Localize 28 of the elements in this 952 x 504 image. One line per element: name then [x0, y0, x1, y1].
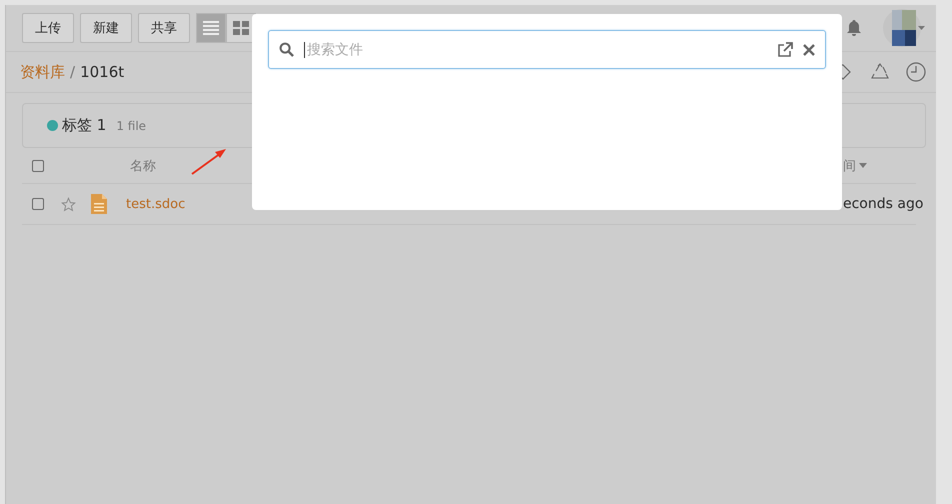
list-icon [203, 21, 219, 35]
search-field[interactable]: 搜索文件 [268, 30, 826, 69]
breadcrumb-link[interactable]: 资料库 [20, 62, 65, 82]
list-view-button[interactable] [196, 13, 226, 43]
select-all-checkbox[interactable] [32, 160, 44, 172]
toolbar-button[interactable]: 新建 [80, 13, 132, 43]
grid-icon [233, 21, 249, 35]
column-header[interactable]: 间 [843, 156, 856, 174]
caret-icon [859, 163, 867, 168]
search-icon [279, 42, 294, 57]
toolbar-button[interactable]: 共享 [138, 13, 190, 43]
close-icon[interactable] [803, 44, 815, 56]
breadcrumb-separator: / [70, 63, 76, 81]
clock-icon[interactable] [906, 62, 926, 82]
arrow-annotation [191, 147, 227, 175]
column-header[interactable]: 名称 [130, 156, 156, 174]
toolbar-button[interactable]: 上传 [22, 13, 74, 43]
star-icon[interactable] [61, 196, 76, 212]
file-name-link[interactable]: test.sdoc [126, 196, 186, 212]
document-icon [91, 194, 107, 214]
recycle-icon[interactable] [871, 63, 889, 81]
bell-icon[interactable] [846, 19, 862, 37]
file-count: 1 file [116, 118, 146, 132]
external-link-icon[interactable] [777, 42, 793, 58]
row-checkbox[interactable] [32, 198, 44, 210]
modified-time: econds ago [843, 196, 924, 212]
tag-name: 标签 1 [62, 116, 106, 135]
breadcrumb-current: 1016t [80, 63, 124, 81]
